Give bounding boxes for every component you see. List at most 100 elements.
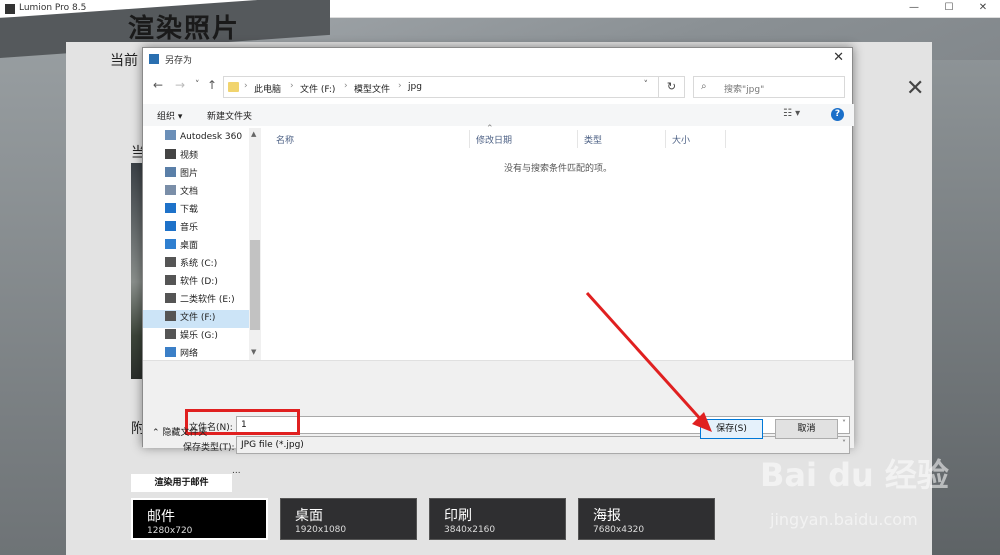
nav-item-label: 图片 [180, 169, 199, 179]
filetype-label: 保存类型(T): [183, 443, 235, 453]
forward-arrow-icon[interactable]: → [175, 78, 185, 92]
filetype-value: JPG file (*.jpg) [241, 440, 304, 450]
nav-item[interactable]: 软件 (D:) [165, 274, 261, 292]
chevron-right-icon: › [244, 81, 248, 91]
preset-resolution: 1280x720 [147, 526, 193, 536]
nav-pane-scrollbar[interactable]: ▲ ▼ [249, 128, 261, 360]
nav-item[interactable]: 文件 (F:) [143, 310, 249, 328]
preset-name: 海报 [593, 508, 621, 524]
drive-icon [165, 329, 176, 339]
network-icon [165, 347, 176, 357]
refresh-button[interactable]: ↻ [658, 76, 685, 98]
command-bar: 组织 ▾ 新建文件夹 ☷ ▾ ? [143, 104, 854, 126]
preset-mail[interactable]: 邮件 1280x720 [131, 498, 268, 540]
nav-item[interactable]: 下载 [165, 202, 261, 220]
maximize-icon[interactable]: ☐ [942, 2, 956, 13]
cloud-icon [165, 130, 176, 140]
preset-name: 印刷 [444, 508, 472, 524]
close-window-icon[interactable]: ✕ [976, 2, 990, 13]
nav-item-label: Autodesk 360 [180, 132, 243, 142]
help-icon[interactable]: ? [831, 108, 844, 121]
filename-dropdown-icon[interactable]: ˅ [842, 419, 846, 428]
nav-item-label: 音乐 [180, 223, 199, 233]
organize-menu[interactable]: 组织 ▾ [157, 109, 182, 122]
nav-item[interactable]: 娱乐 (G:) [165, 328, 261, 346]
nav-item-label: 文件 (F:) [180, 313, 216, 323]
nav-item[interactable]: 二类软件 (E:) [165, 292, 261, 310]
preset-desktop[interactable]: 桌面 1920x1080 [280, 498, 417, 540]
nav-item[interactable]: Autodesk 360 [165, 130, 261, 148]
panel-close-icon[interactable]: ✕ [906, 76, 924, 101]
save-button[interactable]: 保存(S) [700, 419, 763, 439]
nav-item-label: 文档 [180, 187, 199, 197]
navigation-bar: ← → ˅ ↑ › 此电脑 › 文件 (F:) › 模型文件 › jpg ˅ ↻… [143, 74, 854, 100]
breadcrumb-this-pc[interactable]: 此电脑 [254, 82, 281, 95]
back-arrow-icon[interactable]: ← [153, 78, 163, 92]
preset-resolution: 7680x4320 [593, 525, 645, 535]
folder-icon [228, 82, 239, 92]
chevron-right-icon: › [398, 81, 402, 91]
filetype-dropdown-icon[interactable]: ˅ [842, 439, 846, 448]
scrollbar-thumb[interactable] [250, 240, 260, 330]
preset-name: 邮件 [147, 509, 175, 525]
view-options-icon[interactable]: ☷ ▾ [783, 108, 800, 119]
nav-item-label: 桌面 [180, 241, 199, 251]
address-bar[interactable]: › 此电脑 › 文件 (F:) › 模型文件 › jpg ˅ [223, 76, 685, 98]
drive-icon [165, 293, 176, 303]
drive-icon [165, 275, 176, 285]
search-icon: ⌕ [701, 81, 707, 92]
nav-item[interactable]: 文档 [165, 184, 261, 202]
up-arrow-icon[interactable]: ↑ [207, 78, 217, 92]
dialog-close-icon[interactable]: ✕ [833, 50, 844, 65]
breadcrumb-drive-f[interactable]: 文件 (F:) [300, 82, 335, 95]
dialog-titlebar: 另存为 ✕ [143, 48, 852, 70]
column-name[interactable]: 名称 [270, 130, 470, 148]
nav-item[interactable]: 视频 [165, 148, 261, 166]
recent-dropdown-icon[interactable]: ˅ [195, 80, 200, 90]
presets-extra: ... [232, 466, 241, 476]
save-as-dialog: 另存为 ✕ ← → ˅ ↑ › 此电脑 › 文件 (F:) › 模型文件 › j… [142, 47, 854, 454]
nav-item-label: 网络 [180, 349, 199, 359]
app-title: Lumion Pro 8.5 [19, 3, 87, 13]
background-wall [0, 18, 66, 555]
nav-item[interactable]: 桌面 [165, 238, 261, 256]
preset-print[interactable]: 印刷 3840x2160 [429, 498, 566, 540]
nav-item[interactable]: 网络 [165, 346, 261, 360]
baidu-watermark: Bai du 经验 [760, 456, 949, 494]
hide-folders-toggle[interactable]: ⌃ 隐藏文件夹 [152, 425, 207, 438]
nav-item[interactable]: 图片 [165, 166, 261, 184]
column-type[interactable]: 类型 [578, 130, 666, 148]
new-folder-button[interactable]: 新建文件夹 [207, 109, 252, 122]
minimize-icon[interactable]: — [907, 2, 921, 13]
scroll-up-icon[interactable]: ▲ [251, 130, 256, 138]
scroll-down-icon[interactable]: ▼ [251, 348, 256, 356]
nav-item-label: 软件 (D:) [180, 277, 218, 287]
preset-poster[interactable]: 海报 7680x4320 [578, 498, 715, 540]
presets-header: 渲染用于邮件 [131, 474, 232, 492]
nav-item[interactable]: 系统 (C:) [165, 256, 261, 274]
render-photo-title: 渲染照片 [128, 14, 241, 44]
nav-item-label: 系统 (C:) [180, 259, 218, 269]
column-modified[interactable]: 修改日期 [470, 130, 578, 148]
cancel-button[interactable]: 取消 [775, 419, 838, 439]
search-box[interactable]: ⌕ 搜索"jpg" [693, 76, 845, 98]
download-icon [165, 203, 176, 213]
dialog-app-icon [149, 54, 159, 64]
nav-item-label: 娱乐 (G:) [180, 331, 218, 341]
chevron-right-icon: › [344, 81, 348, 91]
current-label: 当前 [110, 53, 138, 69]
breadcrumb-model-files[interactable]: 模型文件 [354, 82, 390, 95]
search-placeholder: 搜索"jpg" [724, 85, 765, 95]
document-icon [165, 185, 176, 195]
drive-icon [165, 311, 176, 321]
nav-item[interactable]: 音乐 [165, 220, 261, 238]
nav-item-label: 下载 [180, 205, 199, 215]
music-icon [165, 221, 176, 231]
address-dropdown-icon[interactable]: ˅ [644, 80, 649, 90]
column-size[interactable]: 大小 [666, 130, 726, 148]
refresh-icon: ↻ [666, 80, 677, 93]
breadcrumb-jpg[interactable]: jpg [408, 82, 422, 92]
preset-resolution: 1920x1080 [295, 525, 347, 535]
preset-resolution: 3840x2160 [444, 525, 496, 535]
dialog-title: 另存为 [165, 56, 193, 66]
